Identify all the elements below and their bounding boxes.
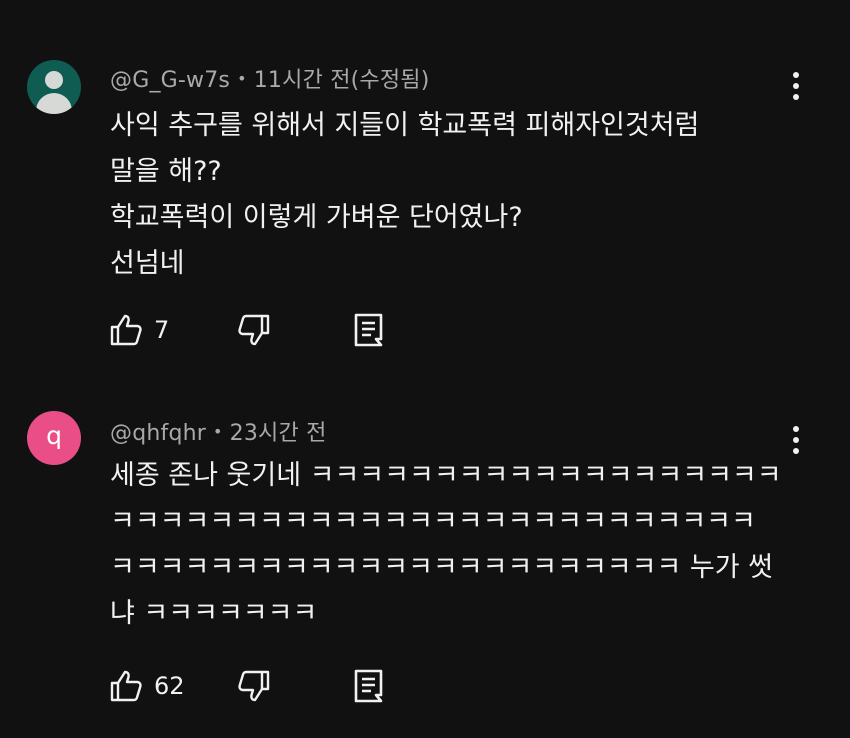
comment-2: q @qhfqhr • 23시간 전 세종 존나 웃기네 ㅋㅋㅋㅋㅋㅋㅋㅋㅋㅋㅋㅋㅋ… <box>0 0 850 738</box>
avatar[interactable]: q <box>27 411 81 465</box>
reply-button[interactable] <box>352 668 388 704</box>
comment-timestamp[interactable]: 23시간 전 <box>230 421 327 446</box>
comment-actions: 62 <box>108 668 408 708</box>
thumbs-up-icon <box>110 670 142 702</box>
more-vert-icon <box>793 426 799 432</box>
more-vert-dot <box>793 437 799 443</box>
author-handle[interactable]: @qhfqhr <box>110 421 206 446</box>
more-vert-dot <box>793 448 799 454</box>
dislike-button[interactable] <box>236 668 272 704</box>
meta-separator: • <box>213 422 223 441</box>
reply-icon <box>354 669 383 703</box>
comment-line: ㅋㅋㅋㅋㅋㅋㅋㅋㅋㅋㅋㅋㅋㅋㅋㅋㅋㅋㅋㅋㅋㅋㅋㅋㅋㅋ <box>110 506 756 537</box>
comment-line: 냐 ㅋㅋㅋㅋㅋㅋㅋ <box>110 598 318 629</box>
like-button[interactable]: 62 <box>108 668 185 704</box>
comment-line: 세종 존나 웃기네 ㅋㅋㅋㅋㅋㅋㅋㅋㅋㅋㅋㅋㅋㅋㅋㅋㅋㅋㅋ <box>110 460 782 491</box>
comment-meta: @qhfqhr • 23시간 전 <box>110 415 327 447</box>
comment-text: 세종 존나 웃기네 ㅋㅋㅋㅋㅋㅋㅋㅋㅋㅋㅋㅋㅋㅋㅋㅋㅋㅋㅋ ㅋㅋㅋㅋㅋㅋㅋㅋㅋㅋ… <box>110 453 782 637</box>
like-count: 62 <box>154 672 185 700</box>
comment-line: ㅋㅋㅋㅋㅋㅋㅋㅋㅋㅋㅋㅋㅋㅋㅋㅋㅋㅋㅋㅋㅋㅋㅋ 누가 썻 <box>110 552 774 583</box>
thumbs-down-icon <box>238 670 270 702</box>
comment-menu-button[interactable] <box>784 424 808 458</box>
avatar-letter: q <box>46 421 62 450</box>
